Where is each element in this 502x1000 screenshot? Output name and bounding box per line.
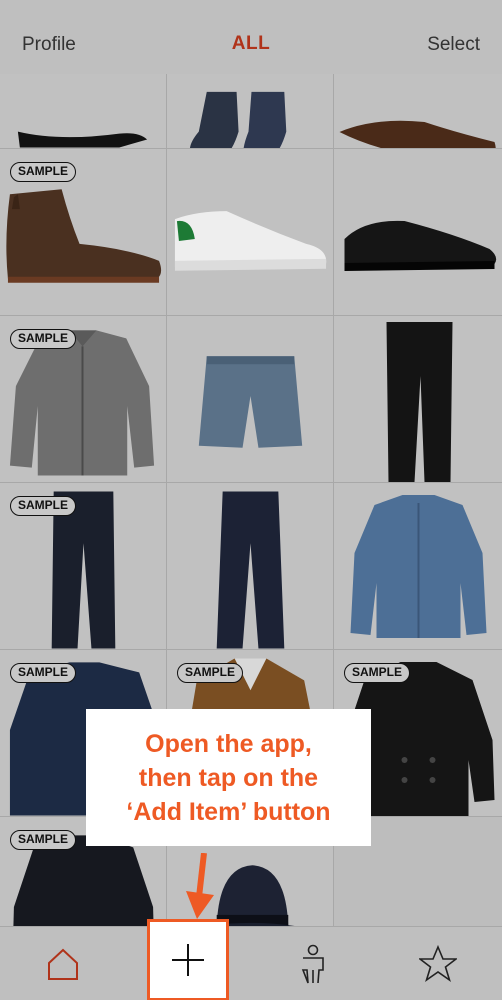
sample-badge: SAMPLE: [10, 162, 77, 182]
item-image: [174, 211, 327, 271]
sample-badge: SAMPLE: [10, 663, 77, 683]
tab-favorites[interactable]: [400, 927, 476, 1000]
sample-badge: SAMPLE: [10, 329, 77, 349]
item-image: [17, 131, 148, 148]
pointer-arrow-icon: [186, 853, 214, 919]
person-icon: [301, 944, 324, 984]
grid-item-shoe-brown[interactable]: [334, 74, 502, 148]
add-item-button[interactable]: [147, 919, 229, 1000]
grid-item-sneaker[interactable]: [167, 149, 334, 315]
grid-item-navy-chinos[interactable]: [167, 483, 334, 649]
callout-line-2: then tap on the: [138, 763, 319, 792]
sample-badge: SAMPLE: [10, 830, 77, 850]
sample-badge: SAMPLE: [177, 663, 244, 683]
grid-item-grey-shirt[interactable]: SAMPLE: [0, 316, 167, 482]
item-image: [350, 495, 487, 638]
item-image: [344, 220, 497, 271]
top-bar: Profile ALL Select: [0, 0, 502, 74]
callout-line-1: Open the app,: [145, 729, 312, 758]
callout-line-3: ‘Add Item’ button: [126, 797, 331, 826]
item-image: [198, 356, 303, 448]
grid-item-denim-shorts[interactable]: [167, 316, 334, 482]
grid-item-chukka-boot[interactable]: SAMPLE: [0, 149, 167, 315]
select-button[interactable]: Select: [427, 34, 480, 56]
star-icon: [419, 945, 457, 982]
plus-icon: [172, 944, 204, 976]
sample-badge: SAMPLE: [344, 663, 411, 683]
tab-outfits[interactable]: [275, 927, 351, 1000]
grid-item-dark-jeans[interactable]: SAMPLE: [0, 483, 167, 649]
grid-item-derby-shoe[interactable]: [334, 149, 502, 315]
item-image: [339, 120, 496, 148]
sample-badge: SAMPLE: [10, 496, 77, 516]
bottom-tab-bar: [0, 919, 502, 1000]
item-image: [190, 91, 287, 148]
grid-item-socks[interactable]: [167, 74, 334, 148]
grid-item-denim-jacket[interactable]: [334, 483, 502, 649]
item-image: [386, 322, 453, 482]
grid-item-shoe-dark[interactable]: [0, 74, 167, 148]
tab-home[interactable]: [25, 927, 101, 1000]
grid-item-black-jeans[interactable]: [334, 316, 502, 482]
home-icon: [48, 948, 78, 980]
item-image: [216, 491, 285, 649]
instruction-callout: Open the app, then tap on the ‘Add Item’…: [86, 709, 371, 846]
